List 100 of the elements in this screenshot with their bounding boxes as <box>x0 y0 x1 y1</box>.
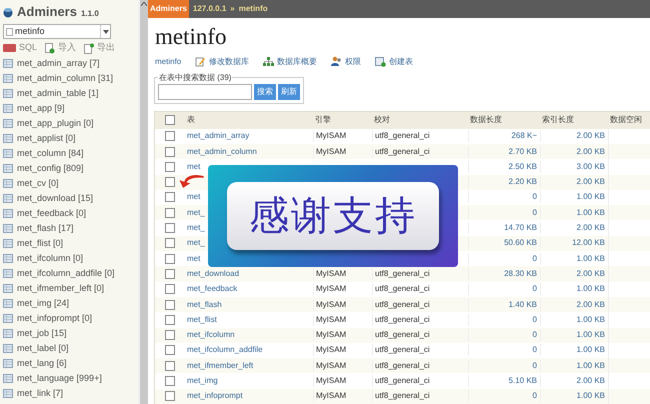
sidebar-table-link[interactable]: met_ifcolumn_addfile [0] <box>3 266 138 281</box>
index-length-cell: 2.00 KB <box>576 268 605 278</box>
checkbox[interactable] <box>165 345 175 356</box>
scroll-up-icon <box>141 2 147 6</box>
table-name-link[interactable]: met_ <box>187 238 205 248</box>
engine-cell: MyISAM <box>316 345 346 354</box>
checkbox[interactable] <box>165 131 175 142</box>
sidebar-table-link[interactable]: met_language [999+] <box>3 371 138 386</box>
table-icon <box>3 374 13 383</box>
sidebar-table-link[interactable]: met_flash [17] <box>3 221 138 236</box>
checkbox[interactable] <box>165 314 175 325</box>
sidebar-table-link[interactable]: met_link [7] <box>3 386 138 401</box>
table-icon <box>3 389 13 398</box>
sidebar-table-link[interactable]: met_ifmember_left [0] <box>3 281 138 296</box>
checkbox[interactable] <box>165 360 175 371</box>
search-button[interactable]: 刷新 <box>278 84 300 100</box>
toolbar-link[interactable]: 创建表 <box>375 56 414 68</box>
breadcrumb-link[interactable]: 127.0.0.1 <box>192 3 226 15</box>
table-name-link[interactable]: met_admin_column <box>187 146 257 156</box>
data-length-cell: 0 <box>532 391 537 400</box>
index-length-cell: 1.00 KB <box>576 314 605 324</box>
table-icon <box>3 104 13 113</box>
toolbar-link[interactable]: 权限 <box>331 56 362 68</box>
table-icon <box>3 359 13 368</box>
table-icon <box>3 209 13 218</box>
sidebar-table-link[interactable]: met_infoprompt [0] <box>3 311 138 326</box>
table-icon <box>3 269 13 278</box>
search-field[interactable] <box>158 84 252 100</box>
data-length-cell: 5.10 KB <box>508 376 537 386</box>
collation-cell: utf8_general_ci <box>375 284 430 294</box>
sidebar-table-link[interactable]: met_applist [0] <box>3 131 138 146</box>
engine-cell: MyISAM <box>316 146 346 156</box>
sidebar-table-link[interactable]: met_lang [6] <box>3 356 138 371</box>
sidebar-action-link[interactable]: 导出 <box>84 41 116 55</box>
breadcrumb-link[interactable]: metinfo <box>238 3 268 15</box>
sidebar-table-link[interactable]: met_job [15] <box>3 326 138 341</box>
checkbox[interactable] <box>165 254 175 264</box>
separator: » <box>230 3 235 15</box>
table-icon <box>3 329 13 338</box>
sidebar-table-link[interactable]: met_label [0] <box>3 341 138 356</box>
checkbox[interactable] <box>165 238 175 248</box>
table-name-link[interactable]: met_flist <box>187 314 217 324</box>
checkbox[interactable] <box>165 300 175 310</box>
database-select[interactable]: metinfo <box>3 24 111 39</box>
engine-cell: MyISAM <box>316 300 346 309</box>
new-table-icon <box>375 56 386 68</box>
version-label: 1.1.0 <box>80 8 99 20</box>
sidebar-table-link[interactable]: met_app [9] <box>3 101 138 116</box>
checkbox[interactable] <box>165 177 175 188</box>
hierarchy-icon <box>263 56 274 68</box>
checkbox[interactable] <box>165 192 175 202</box>
table-name-link[interactable]: met_feedback <box>187 284 238 294</box>
table-name-link[interactable]: met_ <box>187 223 205 232</box>
sidebar-table-link[interactable]: met_column [84] <box>3 146 138 161</box>
toolbar-link[interactable]: metinfo <box>155 56 182 68</box>
sidebar-table-link[interactable]: met_admin_table [1] <box>3 86 138 101</box>
table-name-link[interactable]: met_ifcolumn <box>187 330 235 340</box>
checkbox[interactable] <box>165 162 175 172</box>
checkbox[interactable] <box>165 146 175 157</box>
sidebar-table-link[interactable]: met_admin_column [31] <box>3 71 138 86</box>
toolbar-link[interactable]: 数据库概要 <box>263 56 318 68</box>
index-length-cell: 2.00 KB <box>576 300 605 309</box>
data-length-cell: 0 <box>532 192 537 202</box>
checkbox[interactable] <box>165 391 175 402</box>
table-name-link[interactable]: met_ <box>187 208 205 217</box>
engine-cell: MyISAM <box>316 330 346 340</box>
table-name-link[interactable]: met_infoprompt <box>187 391 243 400</box>
sidebar-action-link[interactable]: 导入 <box>45 41 76 55</box>
engine-cell: MyISAM <box>316 360 346 370</box>
table-name-link[interactable]: met_ifcolumn_addfile <box>187 345 263 354</box>
checkbox[interactable] <box>165 223 175 234</box>
table-name-link[interactable]: met <box>187 192 200 202</box>
sidebar-table-link[interactable]: met_ifcolumn [0] <box>3 251 138 266</box>
sidebar-table-link[interactable]: met_app_plugin [0] <box>3 116 138 131</box>
table-name-link[interactable]: met <box>187 162 200 171</box>
sidebar-table-link[interactable]: met_download [15] <box>3 191 138 206</box>
checkbox[interactable] <box>165 115 175 126</box>
table-name-link[interactable]: met_ifmember_left <box>187 360 254 370</box>
collation-cell: utf8_general_ci <box>375 300 430 309</box>
sidebar-table-link[interactable]: met_admin_array [7] <box>3 56 138 71</box>
checkbox[interactable] <box>165 330 175 340</box>
checkbox[interactable] <box>165 284 175 294</box>
sidebar-table-link[interactable]: met_img [24] <box>3 296 138 311</box>
checkbox[interactable] <box>165 268 175 279</box>
sidebar-table-link[interactable]: met_cv [0] <box>3 176 138 191</box>
search-button[interactable]: 搜索 <box>254 84 276 100</box>
checkbox[interactable] <box>165 208 175 218</box>
collation-cell: utf8_general_ci <box>375 314 430 324</box>
toolbar-link[interactable]: 修改数据库 <box>195 56 250 68</box>
sidebar-table-link[interactable]: met_feedback [0] <box>3 206 138 221</box>
table-name-link[interactable]: met_img <box>187 376 218 386</box>
sidebar-table-link[interactable]: met_flist [0] <box>3 236 138 251</box>
table-name-link[interactable]: met <box>187 254 200 263</box>
table-name-link[interactable]: met_download <box>187 268 240 278</box>
table-name-link[interactable]: met_flash <box>187 300 222 309</box>
sidebar-action-link[interactable]: SQL <box>3 41 38 55</box>
checkbox[interactable] <box>165 376 175 386</box>
table-name-link[interactable]: met_admin_array <box>187 131 250 140</box>
sidebar-table-link[interactable]: met_config [809] <box>3 161 138 176</box>
index-length-cell: 2.00 KB <box>576 131 605 140</box>
